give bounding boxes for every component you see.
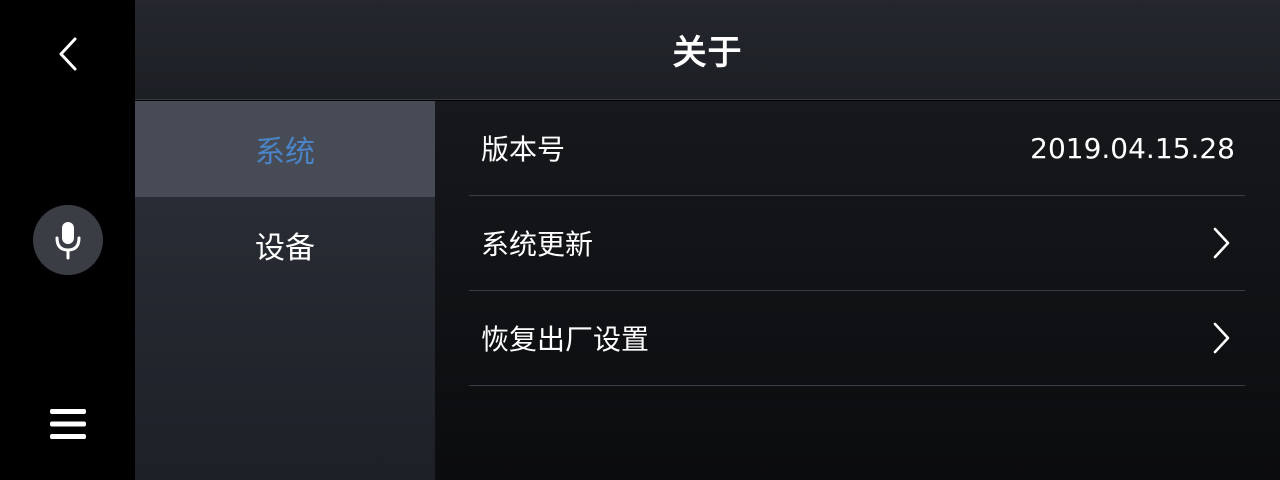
version-value: 2019.04.15.28 — [1030, 131, 1235, 165]
category-item-device[interactable]: 设备 — [135, 197, 435, 293]
back-button[interactable] — [44, 30, 92, 78]
chevron-right-icon — [1207, 320, 1235, 356]
settings-list: 版本号 2019.04.15.28 系统更新 恢复出厂设置 — [435, 101, 1280, 480]
category-item-system[interactable]: 系统 — [135, 101, 435, 197]
version-row: 版本号 2019.04.15.28 — [469, 101, 1245, 196]
version-label: 版本号 — [481, 133, 566, 166]
voice-button[interactable] — [33, 205, 103, 275]
chevron-right-icon — [1207, 225, 1235, 261]
category-label: 系统 — [255, 135, 315, 170]
chevron-left-icon — [59, 37, 77, 71]
microphone-icon — [55, 222, 81, 260]
header-bar: 关于 — [135, 0, 1280, 100]
menu-button[interactable] — [44, 400, 92, 448]
category-sidebar: 系统 设备 — [135, 101, 435, 480]
system-update-label: 系统更新 — [481, 228, 594, 261]
settings-screen: 关于 系统 设备 版本号 2019.04.15.28 系统更新 恢复出厂设置 — [0, 0, 1280, 480]
factory-reset-label: 恢复出厂设置 — [481, 323, 650, 356]
factory-reset-row[interactable]: 恢复出厂设置 — [469, 291, 1245, 386]
left-rail — [0, 0, 135, 480]
system-update-row[interactable]: 系统更新 — [469, 196, 1245, 291]
hamburger-menu-icon — [50, 409, 86, 439]
category-label: 设备 — [255, 231, 315, 266]
page-title: 关于 — [672, 33, 743, 73]
